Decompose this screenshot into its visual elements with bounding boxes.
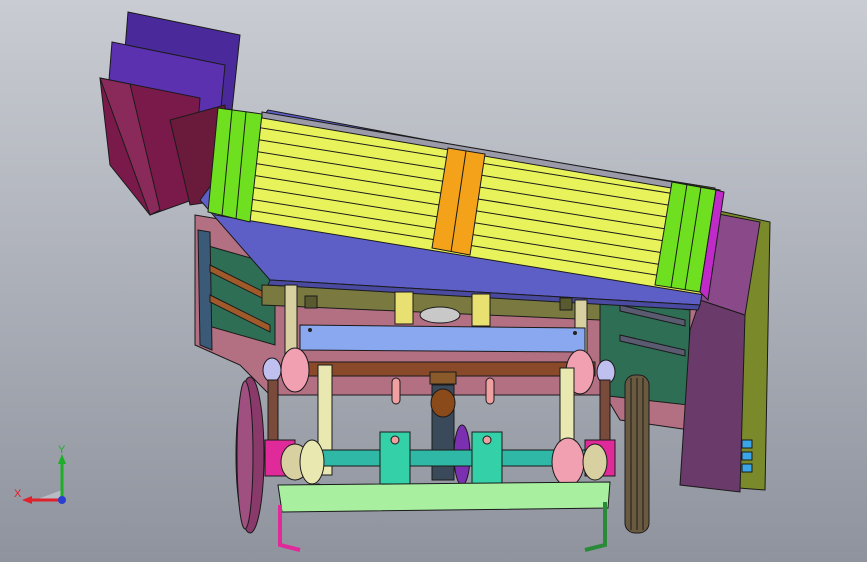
fitting-icon	[741, 439, 753, 449]
right-v-belt-pulley	[624, 374, 650, 534]
machine-assembly-model[interactable]: Y X	[0, 0, 867, 562]
x-axis-label: X	[14, 488, 22, 500]
left-pulley-wheel	[235, 376, 265, 534]
z-axis-point	[58, 496, 66, 504]
cad-viewport[interactable]: Y X	[0, 0, 867, 562]
coordinate-triad: Y X	[14, 444, 66, 504]
y-axis-label: Y	[58, 444, 66, 456]
